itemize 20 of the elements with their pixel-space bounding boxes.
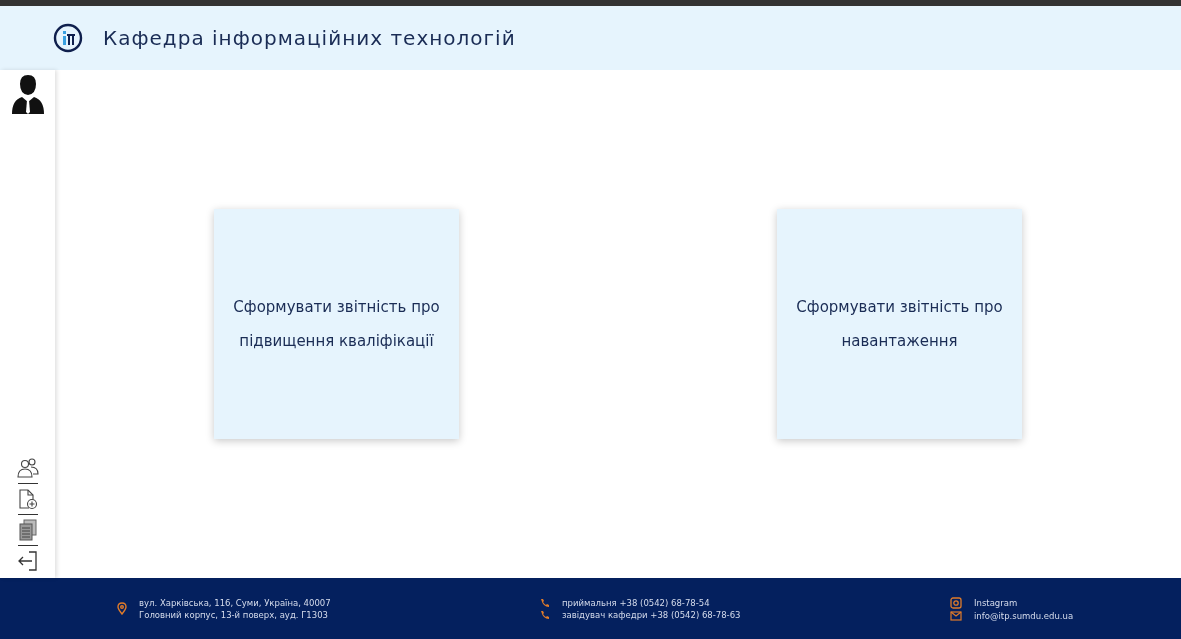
logout-icon[interactable]	[16, 550, 39, 572]
instagram-link[interactable]: Instagram	[974, 597, 1018, 608]
phone-icon	[540, 597, 550, 608]
user-avatar-icon[interactable]	[9, 74, 46, 116]
logo-icon	[53, 23, 83, 53]
address-text: вул. Харківська, 116, Суми, Україна, 40007	[139, 597, 331, 608]
documents-icon[interactable]	[18, 519, 37, 541]
add-document-icon[interactable]	[17, 488, 38, 510]
department-title: Кафедра інформаційних технологій	[103, 26, 516, 50]
mail-icon	[950, 610, 962, 621]
users-icon[interactable]	[16, 457, 39, 479]
phone-text: приймальня +38 (0542) 68-78-54	[562, 597, 710, 608]
phone-icon	[540, 609, 550, 620]
email-link[interactable]: info@itp.sumdu.edu.ua	[974, 610, 1074, 621]
instagram-icon	[950, 596, 962, 609]
report-card[interactable]: Сформувати звітність про підвищення кваліфікації	[214, 209, 459, 439]
report-card[interactable]: Сформувати звітність про навантаження	[777, 209, 1022, 439]
phone-text: завідувач кафедри +38 (0542) 68-78-63	[562, 609, 741, 620]
location-pin-icon	[117, 602, 127, 615]
address-text: Головний корпус, 13-й поверх, ауд. Г1303	[139, 609, 329, 620]
